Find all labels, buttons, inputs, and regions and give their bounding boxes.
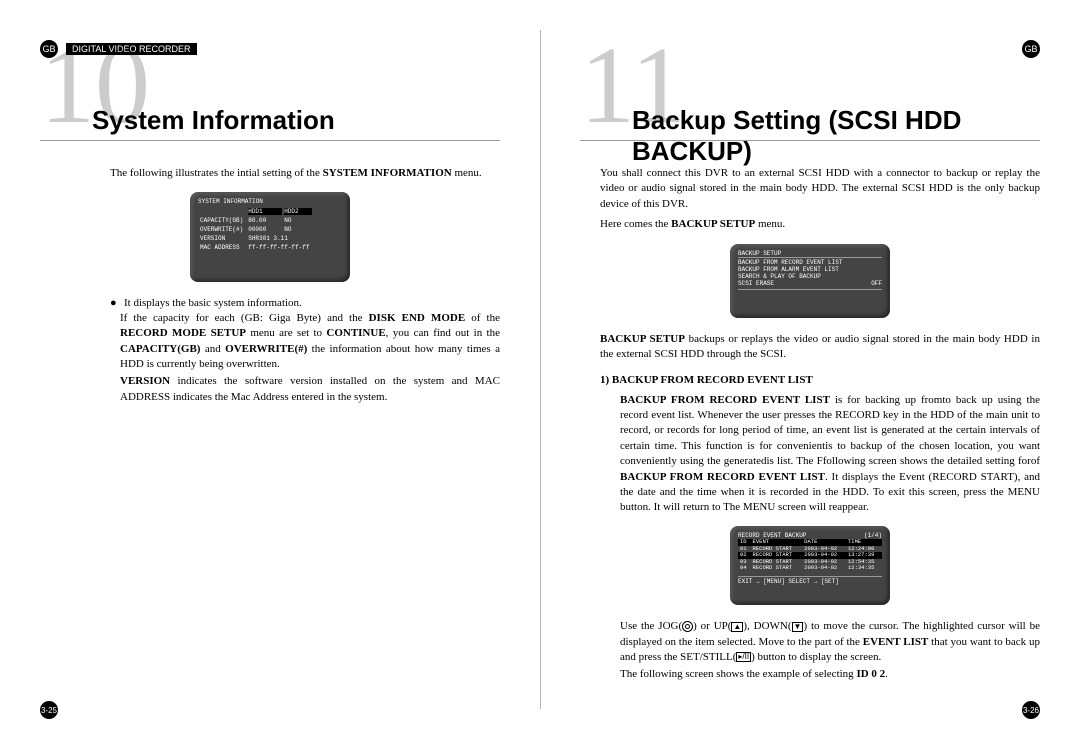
text-bold: CAPACITY(GB)	[120, 343, 200, 355]
cell: 00000	[248, 226, 282, 233]
screen-table: HDD1 HDD2 CAPACITY(GB)80.00NO OVERWRITE(…	[198, 206, 314, 254]
text: of the	[465, 312, 500, 324]
text: ) button to display the screen.	[751, 651, 881, 663]
menu-value: OFF	[871, 280, 882, 287]
cell: 80.00	[248, 217, 282, 224]
sysinfo-screen: SYSTEM INFORMATION HDD1 HDD2 CAPACITY(GB…	[190, 192, 350, 281]
text-bold: ID 0 2	[856, 668, 885, 680]
text: ) or UP(	[693, 620, 731, 632]
cell: NO	[284, 226, 312, 233]
text-bold: SYSTEM INFORMATION	[323, 167, 452, 179]
up-icon: ▲	[731, 622, 743, 632]
screen-footer: EXIT → [MENU] SELECT → [SET]	[738, 576, 882, 585]
screen-title: SYSTEM INFORMATION	[198, 198, 342, 205]
cell: NO	[284, 217, 312, 224]
menu-line: BACKUP FROM RECORD EVENT LIST	[738, 259, 882, 266]
screen-pager: (1/4)	[864, 532, 882, 539]
menu-line: SEARCH & PLAY OF BACKUP	[738, 273, 882, 280]
paragraph: BACKUP FROM RECORD EVENT LIST is for bac…	[620, 393, 1040, 516]
text: menu are set to	[246, 327, 326, 339]
paragraph: You shall connect this DVR to an externa…	[600, 166, 1040, 212]
text: Here comes the	[600, 218, 671, 230]
cell: ff-ff-ff-ff-ff-ff	[248, 244, 312, 251]
event-table: ID EVENT DATE TIME 01RECORD START2003-04…	[738, 539, 882, 572]
table-row: 04RECORD START2003-04-0212:34:35	[738, 565, 882, 572]
text-bold: VERSION	[120, 375, 170, 387]
text-bold: OVERWRITE(#)	[225, 343, 307, 355]
paragraph: Use the JOG() or UP(▲), DOWN(▼) to move …	[620, 619, 1040, 665]
text-bold: RECORD MODE SETUP	[120, 327, 246, 339]
text-bold: CONTINUE	[326, 327, 385, 339]
text-bold: DISK END MODE	[369, 312, 466, 324]
cell: OVERWRITE(#)	[200, 226, 246, 233]
text: menu.	[755, 218, 785, 230]
paragraph: Here comes the BACKUP SETUP menu.	[600, 217, 1040, 232]
text-bold: BACKUP FROM RECORD EVENT LIST	[620, 394, 830, 406]
menu-line: SCSI ERASE	[738, 280, 774, 287]
screen-title: BACKUP SETUP	[738, 250, 882, 257]
paragraph: VERSION indicates the software version i…	[120, 374, 500, 405]
col-hdd1: HDD1	[248, 208, 282, 215]
text: Use the JOG(	[620, 620, 682, 632]
subheading: 1) BACKUP FROM RECORD EVENT LIST	[600, 373, 1040, 388]
page-left: GB DIGITAL VIDEO RECORDER 10 System Info…	[0, 0, 540, 739]
page-number: 3-25	[40, 701, 58, 719]
text: menu.	[452, 167, 482, 179]
bullet-text: It displays the basic system information…	[124, 296, 302, 311]
rule	[40, 140, 500, 141]
cell: CAPACITY(GB)	[200, 217, 246, 224]
content-right: You shall connect this DVR to an externa…	[580, 155, 1040, 683]
col-hdd2: HDD2	[284, 208, 312, 215]
paragraph: BACKUP SETUP backups or replays the vide…	[600, 332, 1040, 363]
event-backup-screen: RECORD EVENT BACKUP (1/4) ID EVENT DATE …	[730, 526, 890, 605]
page-right: GB 11 Backup Setting (SCSI HDD BACKUP) Y…	[540, 0, 1080, 739]
cell: 04	[738, 565, 751, 572]
cell: 2003-04-02	[802, 565, 846, 572]
rule	[580, 140, 1040, 141]
cell: RECORD START	[751, 565, 803, 572]
page-number: 3-26	[1022, 701, 1040, 719]
menu-line: BACKUP FROM ALARM EVENT LIST	[738, 266, 882, 273]
text-bold: EVENT LIST	[863, 636, 929, 648]
paragraph: The following screen shows the example o…	[620, 667, 1040, 682]
cell: VERSION	[200, 235, 246, 242]
text: .	[885, 668, 888, 680]
cell: SHR301 3.11	[248, 235, 312, 242]
text-bold: BACKUP SETUP	[671, 218, 755, 230]
backup-setup-screen: BACKUP SETUP BACKUP FROM RECORD EVENT LI…	[730, 244, 890, 318]
jog-icon	[682, 621, 693, 632]
section-title: System Information	[92, 105, 335, 136]
paragraph: If the capacity for each (GB: Giga Byte)…	[120, 311, 500, 373]
cell: MAC ADDRESS	[200, 244, 246, 251]
text: The following screen shows the example o…	[620, 668, 856, 680]
text-bold: BACKUP FROM RECORD EVENT LIST	[620, 471, 825, 483]
text: and	[200, 343, 225, 355]
gb-badge: GB	[1022, 40, 1040, 58]
text: , you can find out in the	[386, 327, 500, 339]
text: The following illustrates the intial set…	[110, 167, 323, 179]
cell: 12:34:35	[846, 565, 882, 572]
text: ), DOWN(	[743, 620, 791, 632]
down-icon: ▼	[792, 622, 804, 632]
text-bold: BACKUP SETUP	[600, 333, 685, 345]
content-left: The following illustrates the intial set…	[40, 155, 500, 405]
text: indicates the software version installed…	[120, 375, 500, 402]
intro-line: The following illustrates the intial set…	[110, 166, 500, 181]
bullet-icon: ●	[110, 296, 124, 311]
set-still-icon: ▸/II	[736, 652, 751, 662]
screen-title: RECORD EVENT BACKUP	[738, 532, 806, 539]
bullet: ● It displays the basic system informati…	[110, 296, 500, 311]
text: If the capacity for each (GB: Giga Byte)…	[120, 312, 369, 324]
